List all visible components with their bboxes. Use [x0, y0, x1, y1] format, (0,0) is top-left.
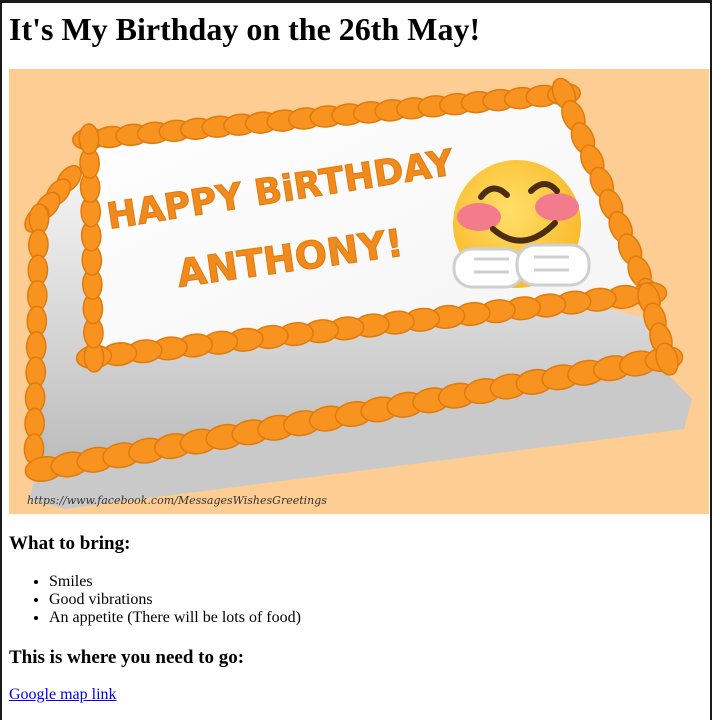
image-watermark: https://www.facebook.com/MessagesWishesG… — [27, 494, 327, 507]
what-to-bring-heading: What to bring: — [9, 533, 131, 554]
bring-list: Smiles Good vibrations An appetite (Ther… — [9, 573, 301, 627]
emoji-cheek-right — [535, 193, 579, 221]
list-item: Good vibrations — [49, 591, 301, 609]
list-item: Smiles — [49, 573, 301, 591]
location-heading: This is where you need to go: — [9, 647, 245, 668]
window-left-border — [0, 0, 2, 720]
birthday-cake-image: HAPPY BiRTHDAY ANTHONY! https://www.face… — [9, 69, 709, 514]
frosting-dollop — [78, 123, 100, 155]
window-top-border — [0, 0, 712, 3]
list-item: An appetite (There will be lots of food) — [49, 609, 301, 627]
google-map-link[interactable]: Google map link — [9, 686, 117, 704]
page-title: It's My Birthday on the 26th May! — [9, 11, 481, 47]
